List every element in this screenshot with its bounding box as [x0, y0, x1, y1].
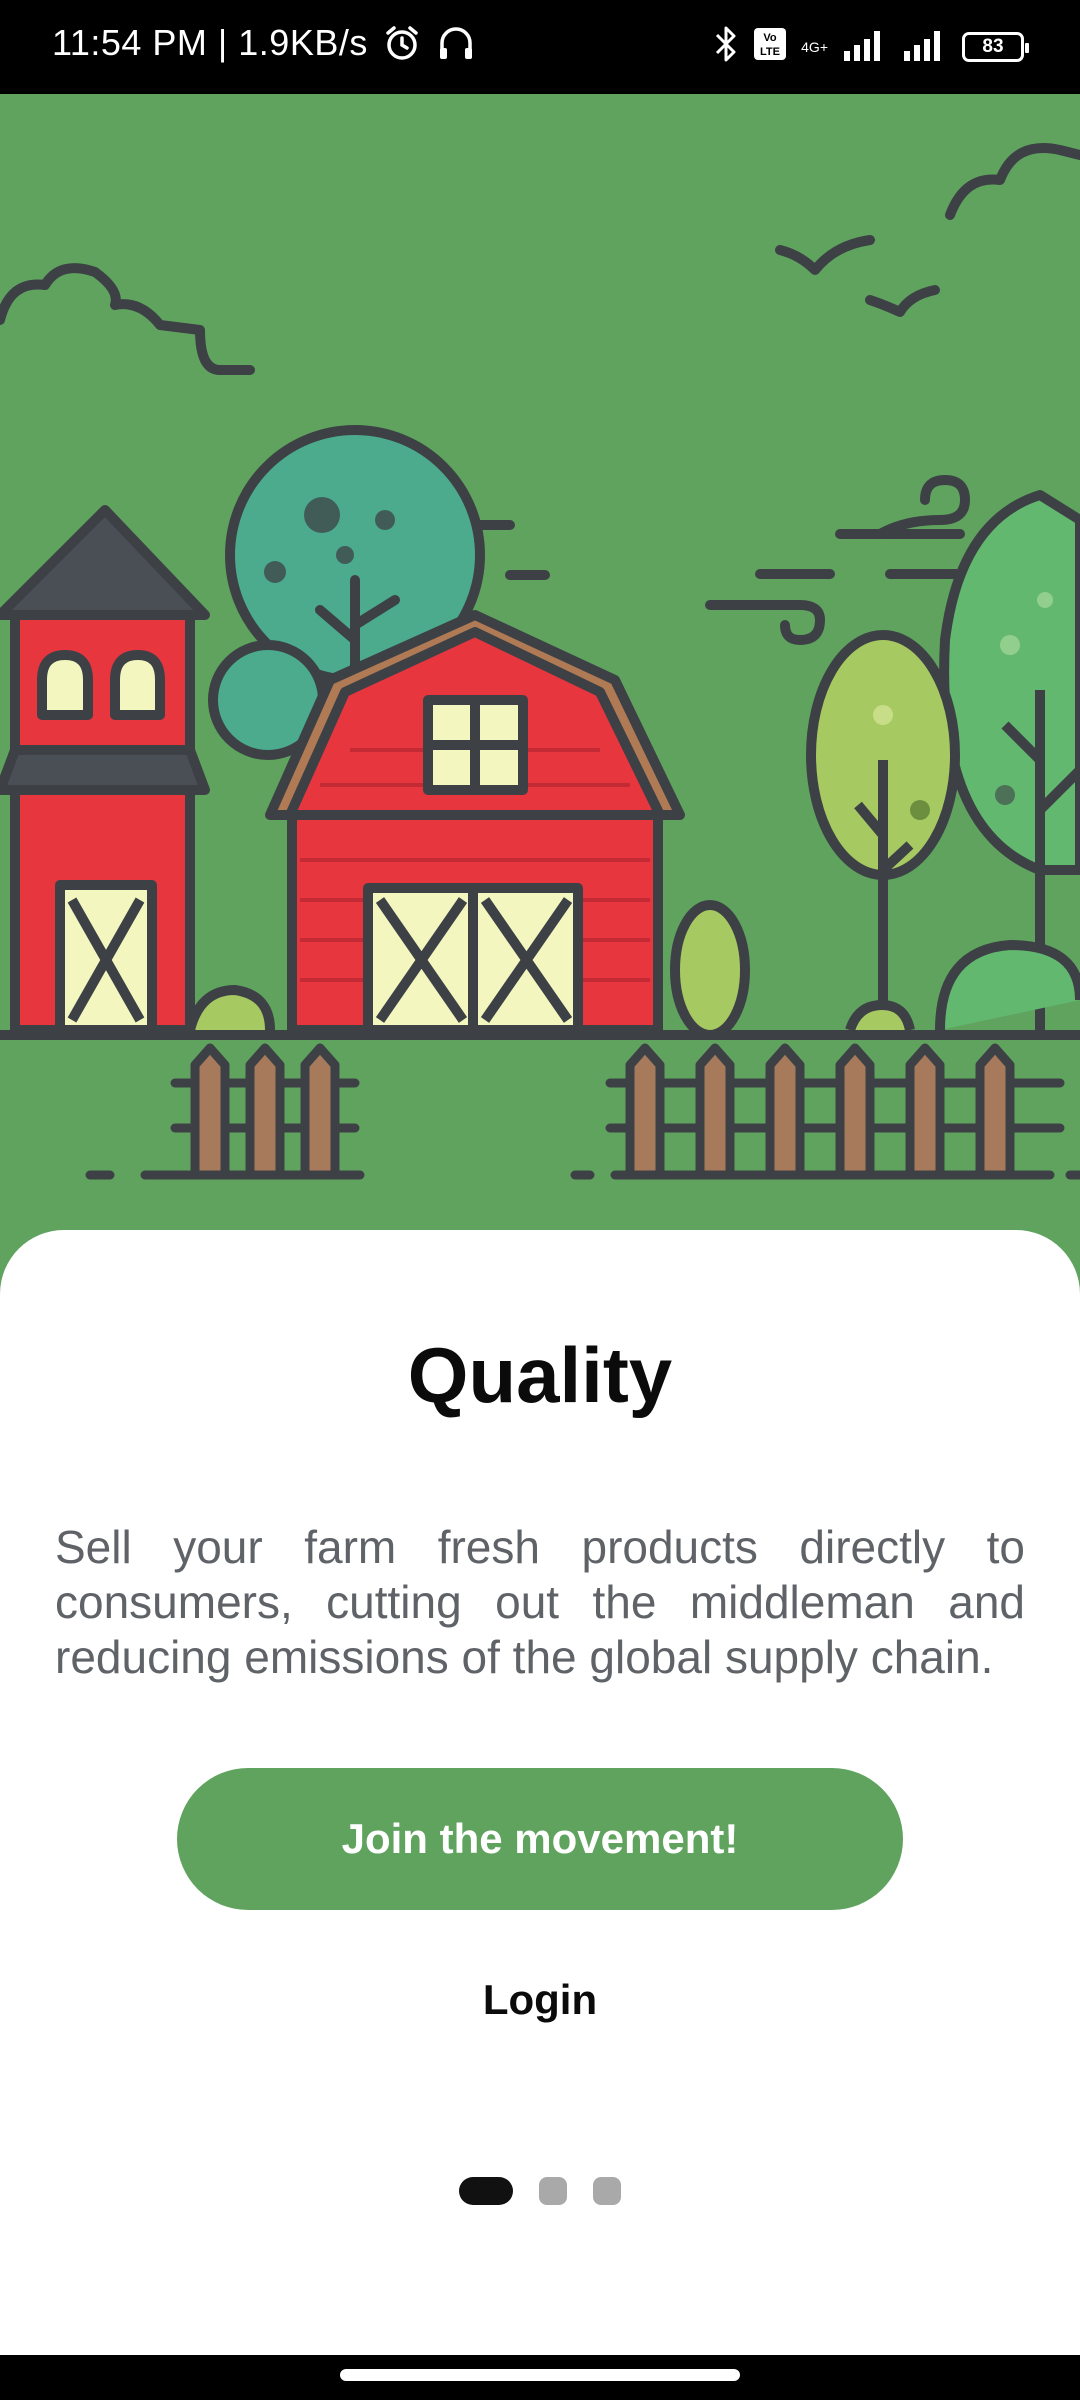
- network-type-text: 4G+: [801, 38, 828, 55]
- status-bar: 11:54 PM | 1.9KB/s Vo LTE 4G+ 83: [0, 0, 1080, 94]
- bluetooth-icon: [713, 24, 739, 69]
- battery-icon: 83: [962, 31, 1029, 62]
- tower-barn: [0, 505, 210, 1035]
- battery-level: 83: [982, 35, 1004, 57]
- page-dot-1-active[interactable]: [459, 2177, 513, 2205]
- main-barn: [265, 610, 685, 1035]
- page-indicator: [0, 2177, 1080, 2205]
- home-indicator[interactable]: [340, 2369, 740, 2381]
- status-right: Vo LTE 4G+ 83: [713, 24, 1029, 69]
- signal-icon-2: [902, 27, 948, 66]
- onboarding-description: Sell your farm fresh products directly t…: [55, 1521, 1025, 1683]
- farm-scene-svg: [0, 143, 1080, 1180]
- app-screen: 11:54 PM | 1.9KB/s Vo LTE 4G+ 83 Quality…: [0, 0, 1080, 2400]
- page-dot-2[interactable]: [539, 2177, 567, 2205]
- status-left: 11:54 PM | 1.9KB/s: [52, 22, 476, 64]
- join-movement-button[interactable]: Join the movement!: [177, 1768, 903, 1910]
- login-link[interactable]: Login: [390, 1960, 690, 2040]
- bird-2: [865, 285, 940, 317]
- onboarding-card: Quality Sell your farm fresh products di…: [0, 1230, 1080, 2355]
- headset-icon: [436, 23, 476, 63]
- farm-illustration: [0, 94, 1080, 1294]
- volte-icon: Vo LTE: [753, 27, 787, 66]
- svg-text:Vo: Vo: [764, 32, 778, 44]
- system-nav-bar: [0, 2355, 1080, 2400]
- svg-text:LTE: LTE: [760, 46, 780, 58]
- page-dot-3[interactable]: [593, 2177, 621, 2205]
- signal-icon: [842, 27, 888, 66]
- onboarding-title: Quality: [407, 1331, 673, 1419]
- alarm-icon: [382, 23, 422, 63]
- network-type-label: 4G+: [801, 40, 828, 54]
- cloud-left: [0, 263, 255, 375]
- bird-1: [775, 235, 875, 275]
- fence-left: [85, 1043, 365, 1180]
- fence-right: [570, 1043, 1080, 1180]
- cloud-right: [945, 143, 1080, 220]
- status-time-speed: 11:54 PM | 1.9KB/s: [52, 22, 368, 63]
